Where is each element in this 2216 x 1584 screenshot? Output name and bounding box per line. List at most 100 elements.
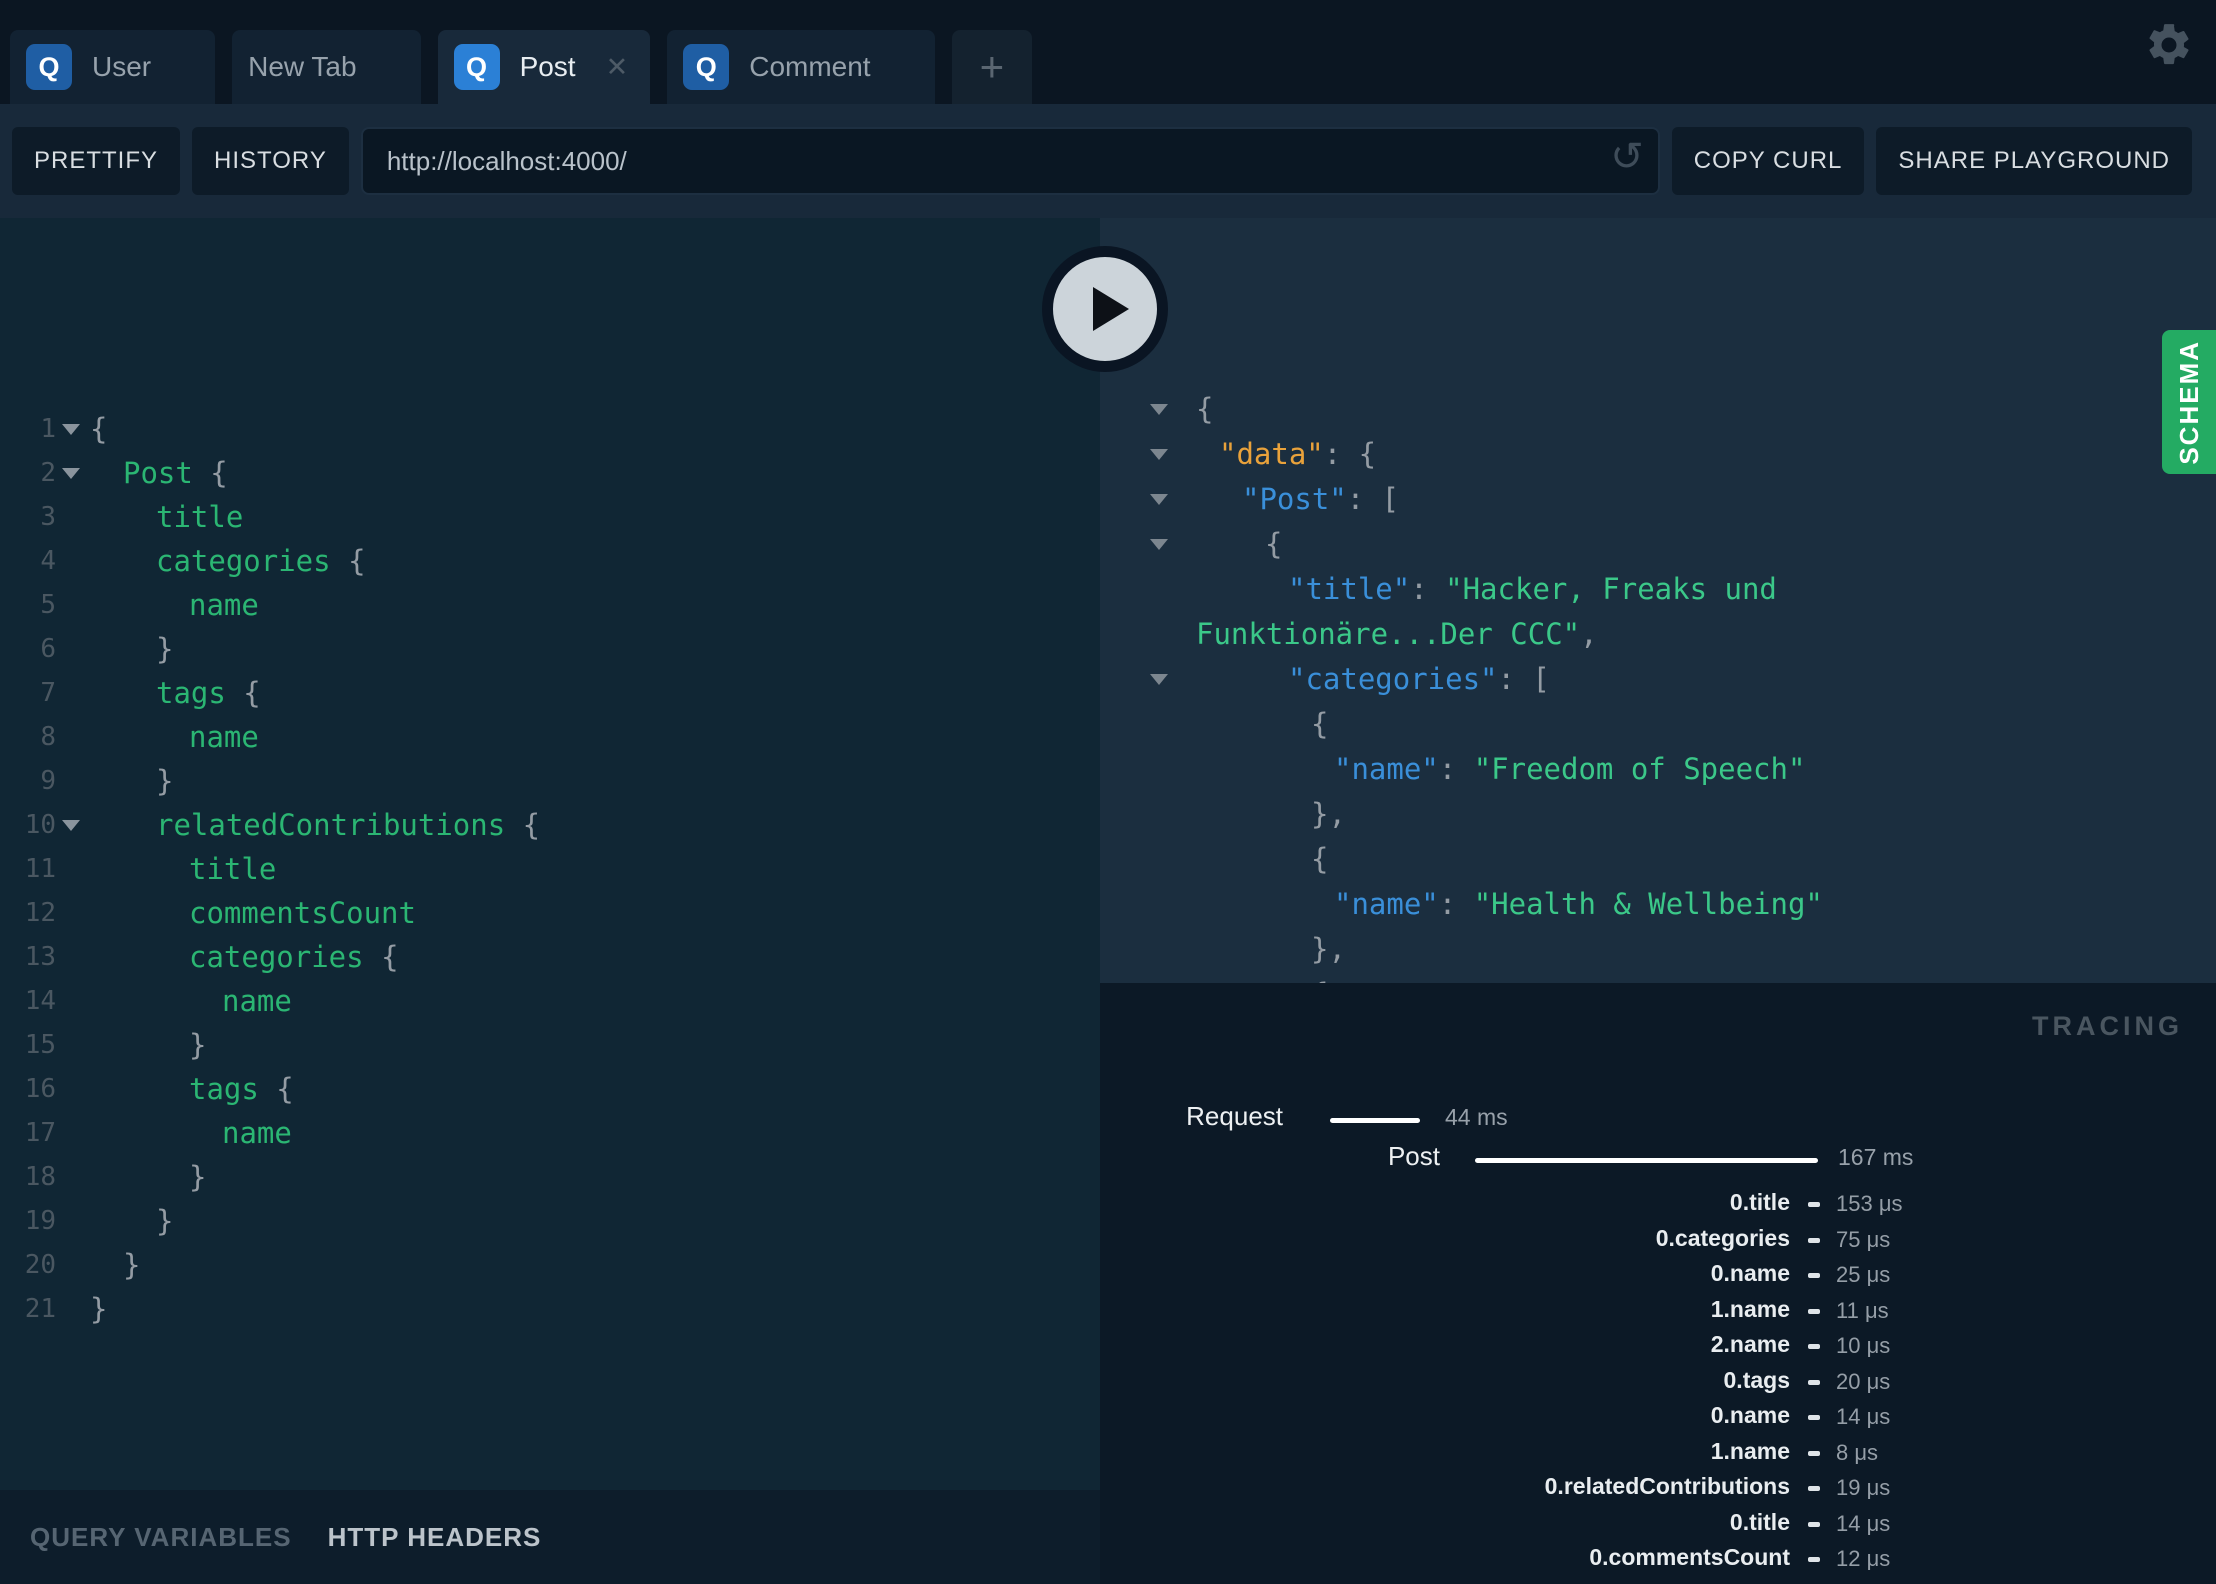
reload-schema-icon[interactable]: ↺: [1610, 134, 1644, 180]
response-text: },: [1196, 927, 1346, 972]
editor-line: 1 {: [0, 407, 1100, 451]
code-text: name: [86, 583, 259, 627]
trace-row-time: 14 μs: [1836, 1510, 1891, 1536]
response-text: "categories": [: [1196, 657, 1550, 702]
response-line: "data": {: [1100, 432, 2216, 477]
tab[interactable]: Q Post ✕: [437, 30, 651, 104]
history-button[interactable]: HISTORY: [192, 127, 349, 195]
copy-curl-button[interactable]: COPY CURL: [1671, 127, 1865, 195]
fold-arrow-slot: [1100, 477, 1196, 522]
settings-gear-icon[interactable]: [2144, 20, 2194, 70]
trace-row-bar: [1808, 1415, 1820, 1420]
trace-row-bar: [1808, 1521, 1820, 1527]
tab[interactable]: Q Comment: [667, 30, 935, 104]
response-text: {: [1196, 702, 1328, 747]
code-text: tags {: [86, 671, 261, 715]
fold-arrow-slot: [56, 847, 86, 891]
editor-line: 7 tags {: [0, 671, 1100, 715]
schema-side-tab[interactable]: SCHEMA: [2162, 330, 2216, 474]
line-number: 3: [40, 502, 56, 532]
code-text: title: [86, 495, 243, 539]
line-number: 18: [24, 1162, 56, 1192]
tab[interactable]: New Tab: [232, 30, 421, 104]
response-pane: { "data": { "Post": [ { "title": "Hacker…: [1100, 218, 2216, 983]
response-text: "Post": [: [1196, 477, 1399, 522]
fold-arrow-icon[interactable]: [1150, 449, 1168, 460]
tracing-header[interactable]: TRACING: [2032, 1011, 2183, 1042]
trace-row-label: 1.name: [1710, 1295, 1790, 1322]
trace-row-time: 25 μs: [1836, 1262, 1891, 1287]
endpoint-url-wrapper: ↺: [360, 127, 1660, 195]
fold-arrow-icon[interactable]: [1150, 674, 1168, 685]
fold-arrow-slot: [56, 1199, 86, 1243]
fold-arrow-slot: [56, 759, 86, 803]
query-editor[interactable]: 1 { 2 Post { 3 title 4 categories { 5 na…: [0, 218, 1100, 1490]
new-tab-button[interactable]: +: [951, 30, 1033, 104]
fold-arrow-icon[interactable]: [62, 423, 80, 435]
http-headers-tab[interactable]: HTTP HEADERS: [328, 1522, 542, 1553]
code-text: }: [86, 627, 173, 671]
fold-arrow-slot: [56, 715, 86, 759]
trace-resolver-rows: 0.title 153 μs 0.categories 75 μs 0.name…: [1100, 1186, 2216, 1584]
code-token: {: [363, 940, 399, 974]
editor-line: 12 commentsCount: [0, 891, 1100, 935]
code-token: commentsCount: [189, 896, 416, 930]
editor-line: 13 categories {: [0, 935, 1100, 979]
line-number: 9: [40, 766, 56, 796]
trace-row: 0.categories 75 μs: [1100, 1222, 2216, 1258]
response-line: {: [1100, 972, 2216, 983]
response-text: {: [1196, 522, 1282, 567]
trace-row-label: 0.title: [1729, 1189, 1790, 1215]
response-text: Funktionäre...Der CCC",: [1196, 612, 1598, 657]
response-line: "Post": [: [1100, 477, 2216, 522]
fold-arrow-icon[interactable]: [1150, 404, 1168, 415]
editor-line: 16 tags {: [0, 1067, 1100, 1111]
response-token: "Post": [1242, 482, 1347, 516]
tab[interactable]: Q User: [10, 30, 216, 104]
response-text: {: [1196, 972, 1328, 983]
code-token: {: [192, 456, 228, 490]
code-text: commentsCount: [86, 891, 416, 935]
fold-arrow-icon[interactable]: [1150, 494, 1168, 505]
fold-arrow-slot: [1100, 522, 1196, 567]
trace-row-label: 0.categories: [1656, 1580, 1790, 1584]
code-token: {: [330, 544, 366, 578]
fold-arrow-slot: [56, 451, 86, 495]
line-number: 2: [40, 458, 56, 488]
response-text: "name": "Freedom of Speech": [1196, 747, 1805, 792]
share-playground-button[interactable]: SHARE PLAYGROUND: [1876, 127, 2192, 195]
fold-arrow-icon[interactable]: [62, 467, 80, 479]
trace-row-bar: [1808, 1450, 1820, 1456]
code-token: tags: [189, 1072, 259, 1106]
response-line: "name": "Freedom of Speech": [1100, 747, 2216, 792]
response-line: },: [1100, 792, 2216, 837]
response-text: },: [1196, 792, 1346, 837]
line-number: 8: [40, 722, 56, 752]
close-tab-icon[interactable]: ✕: [606, 52, 629, 83]
response-text: "title": "Hacker, Freaks und: [1196, 567, 1777, 612]
fold-arrow-slot: [56, 583, 86, 627]
line-number: 13: [24, 942, 56, 972]
response-token: :: [1410, 572, 1446, 606]
code-text: }: [86, 1199, 173, 1243]
trace-row: 0.name 14 μs: [1100, 1399, 2216, 1435]
query-variables-tab[interactable]: QUERY VARIABLES: [30, 1522, 292, 1553]
execute-query-button[interactable]: [1042, 246, 1168, 372]
fold-arrow-icon[interactable]: [62, 819, 80, 831]
fold-arrow-icon[interactable]: [1150, 539, 1168, 550]
fold-arrow-slot: [56, 1287, 86, 1331]
code-text: {: [86, 407, 107, 451]
prettify-button[interactable]: PRETTIFY: [12, 127, 181, 195]
trace-row-time: 12 μs: [1836, 1546, 1891, 1571]
trace-row-label: 0.tags: [1723, 1366, 1790, 1393]
code-token: {: [225, 676, 261, 710]
response-token: "title": [1288, 572, 1411, 606]
editor-line: 21 }: [0, 1287, 1100, 1331]
code-text: }: [86, 1023, 206, 1067]
response-token: {: [1311, 842, 1329, 876]
trace-row-label: 0.name: [1710, 1402, 1790, 1428]
trace-row-time: 14 μs: [1836, 1404, 1891, 1429]
endpoint-url-input[interactable]: [360, 127, 1660, 195]
code-token: {: [90, 412, 108, 446]
trace-row: 0.title 153 μs: [1100, 1186, 2216, 1222]
